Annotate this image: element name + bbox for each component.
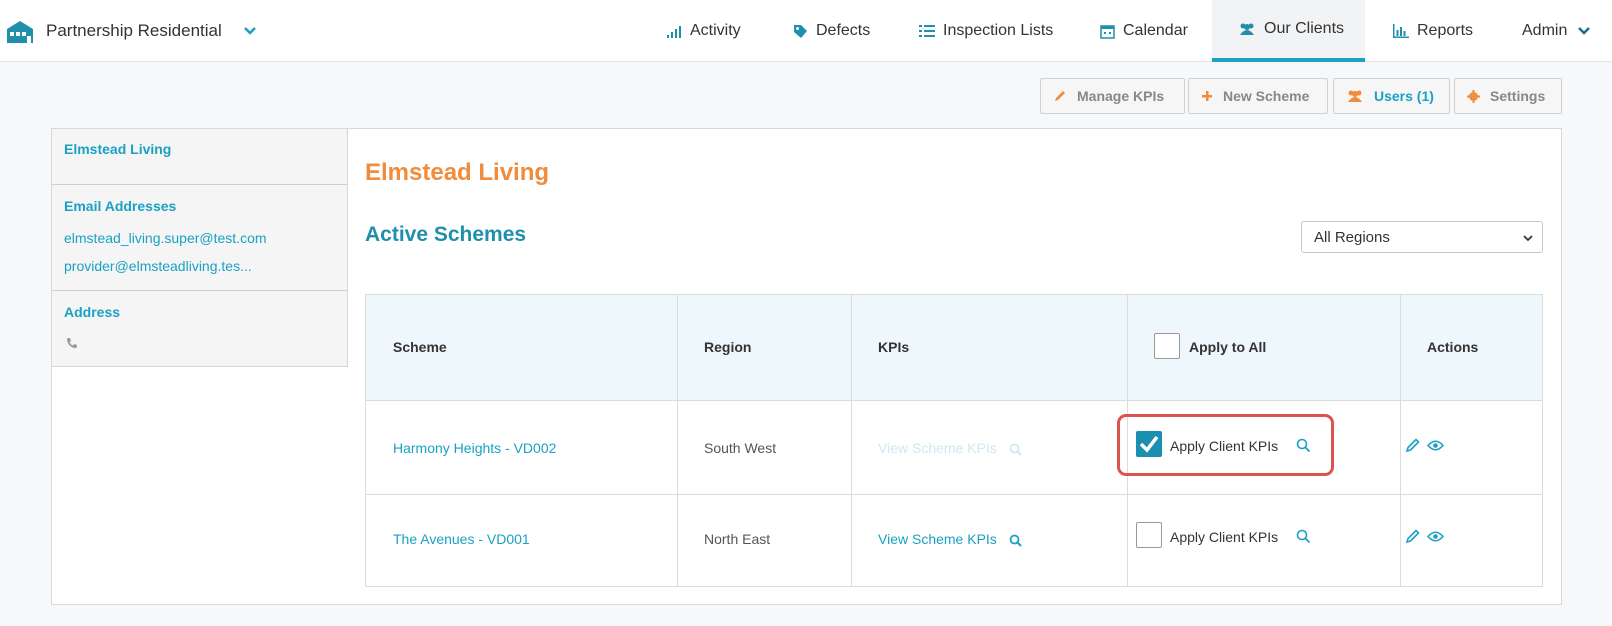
users-button[interactable]: Users (1) — [1333, 78, 1450, 114]
nav-calendar[interactable]: Calendar — [1100, 0, 1188, 62]
nav-inspection-lists[interactable]: Inspection Lists — [919, 0, 1053, 62]
nav-reports-label: Reports — [1417, 22, 1474, 39]
email-link[interactable]: elmstead_living.super@test.com — [64, 230, 267, 246]
pencil-icon — [1055, 91, 1065, 101]
nav-inspection-lists-label: Inspection Lists — [943, 22, 1054, 39]
nav-our-clients-label: Our Clients — [1264, 20, 1345, 37]
edit-icon[interactable] — [1405, 438, 1420, 453]
building-logo-icon — [7, 21, 33, 43]
col-region[interactable]: Region — [704, 339, 751, 355]
client-title: Elmstead Living — [365, 159, 550, 186]
org-name: Partnership Residential — [46, 21, 222, 40]
search-icon — [1009, 534, 1022, 547]
apply-client-kpis-checkbox[interactable] — [1136, 431, 1162, 457]
nav-our-clients[interactable]: Our Clients — [1212, 0, 1365, 62]
checkmark-icon — [1139, 435, 1159, 453]
calendar-icon — [1100, 24, 1115, 39]
settings-label: Settings — [1490, 88, 1546, 104]
new-scheme-label: New Scheme — [1223, 88, 1310, 104]
client-sidebar: Elmstead Living Email Addresses elmstead… — [52, 129, 348, 367]
nav-admin[interactable]: Admin — [1522, 0, 1591, 62]
col-kpis: KPIs — [878, 339, 910, 355]
scheme-region: North East — [704, 531, 771, 547]
view-scheme-kpis-label: View Scheme KPIs — [878, 531, 997, 547]
plus-icon — [1202, 91, 1212, 101]
schemes-table: Scheme Region KPIs Apply to All Actions … — [365, 294, 1543, 587]
view-scheme-kpis-link[interactable]: View Scheme KPIs — [878, 531, 1022, 547]
eye-icon[interactable] — [1427, 439, 1444, 452]
view-scheme-kpis-label: View Scheme KPIs — [878, 440, 997, 456]
chevron-down-icon[interactable] — [242, 23, 258, 39]
region-select-value: All Regions — [1314, 228, 1390, 246]
active-schemes-heading: Active Schemes — [365, 223, 527, 246]
sidebar-client-name[interactable]: Elmstead Living — [64, 141, 171, 157]
apply-client-kpis-label: Apply Client KPIs — [1170, 529, 1279, 545]
nav-activity[interactable]: Activity — [666, 0, 741, 62]
phone-icon — [67, 338, 77, 349]
sidebar-client-section: Elmstead Living — [52, 129, 347, 185]
address-heading: Address — [64, 304, 121, 320]
edit-icon[interactable] — [1405, 529, 1420, 544]
nav-reports[interactable]: Reports — [1393, 0, 1473, 62]
region-select[interactable]: All Regions — [1301, 221, 1543, 253]
nav-defects-label: Defects — [816, 22, 871, 39]
gear-icon — [1467, 89, 1480, 103]
bar-chart-icon — [1393, 24, 1409, 38]
table-header — [366, 295, 1542, 401]
search-icon[interactable] — [1296, 438, 1311, 453]
nav-calendar-label: Calendar — [1123, 22, 1188, 39]
users-icon — [1240, 23, 1254, 35]
search-icon — [1009, 443, 1022, 456]
eye-icon[interactable] — [1427, 530, 1444, 543]
chevron-down-icon — [1578, 27, 1591, 35]
nav-defects[interactable]: Defects — [793, 0, 870, 62]
manage-kpis-label: Manage KPIs — [1077, 88, 1165, 104]
top-nav-bar: Partnership Residential Activity Defects… — [0, 0, 1612, 62]
apply-client-kpis-checkbox[interactable] — [1136, 522, 1162, 548]
scheme-link[interactable]: Harmony Heights - VD002 — [393, 440, 556, 456]
sidebar-address-section: Address — [52, 291, 347, 367]
col-scheme[interactable]: Scheme — [393, 339, 447, 355]
chevron-down-icon — [1523, 235, 1533, 242]
sidebar-email-section: Email Addresses elmstead_living.super@te… — [52, 185, 347, 291]
scheme-link[interactable]: The Avenues - VD001 — [393, 531, 530, 547]
apply-all-checkbox[interactable] — [1154, 333, 1180, 359]
search-icon[interactable] — [1296, 529, 1311, 544]
email-link[interactable]: provider@elmsteadliving.tes... — [64, 258, 252, 274]
org-switcher[interactable]: Partnership Residential — [6, 14, 258, 48]
col-actions: Actions — [1427, 339, 1479, 355]
new-scheme-button[interactable]: New Scheme — [1188, 78, 1328, 114]
apply-client-kpis-label: Apply Client KPIs — [1170, 438, 1279, 454]
scheme-region: South West — [704, 440, 777, 456]
client-panel: Elmstead Living Email Addresses elmstead… — [51, 128, 1562, 605]
activity-icon — [667, 26, 681, 38]
list-icon — [919, 25, 935, 37]
settings-button[interactable]: Settings — [1454, 78, 1562, 114]
view-scheme-kpis-link[interactable]: View Scheme KPIs — [878, 440, 1022, 456]
manage-kpis-button[interactable]: Manage KPIs — [1040, 78, 1185, 114]
tag-icon — [794, 24, 807, 38]
email-heading: Email Addresses — [64, 198, 177, 214]
col-apply-all: Apply to All — [1189, 339, 1267, 355]
nav-admin-label: Admin — [1522, 22, 1568, 39]
nav-activity-label: Activity — [690, 22, 741, 39]
users-icon — [1348, 90, 1362, 102]
users-label: Users (1) — [1374, 88, 1434, 104]
